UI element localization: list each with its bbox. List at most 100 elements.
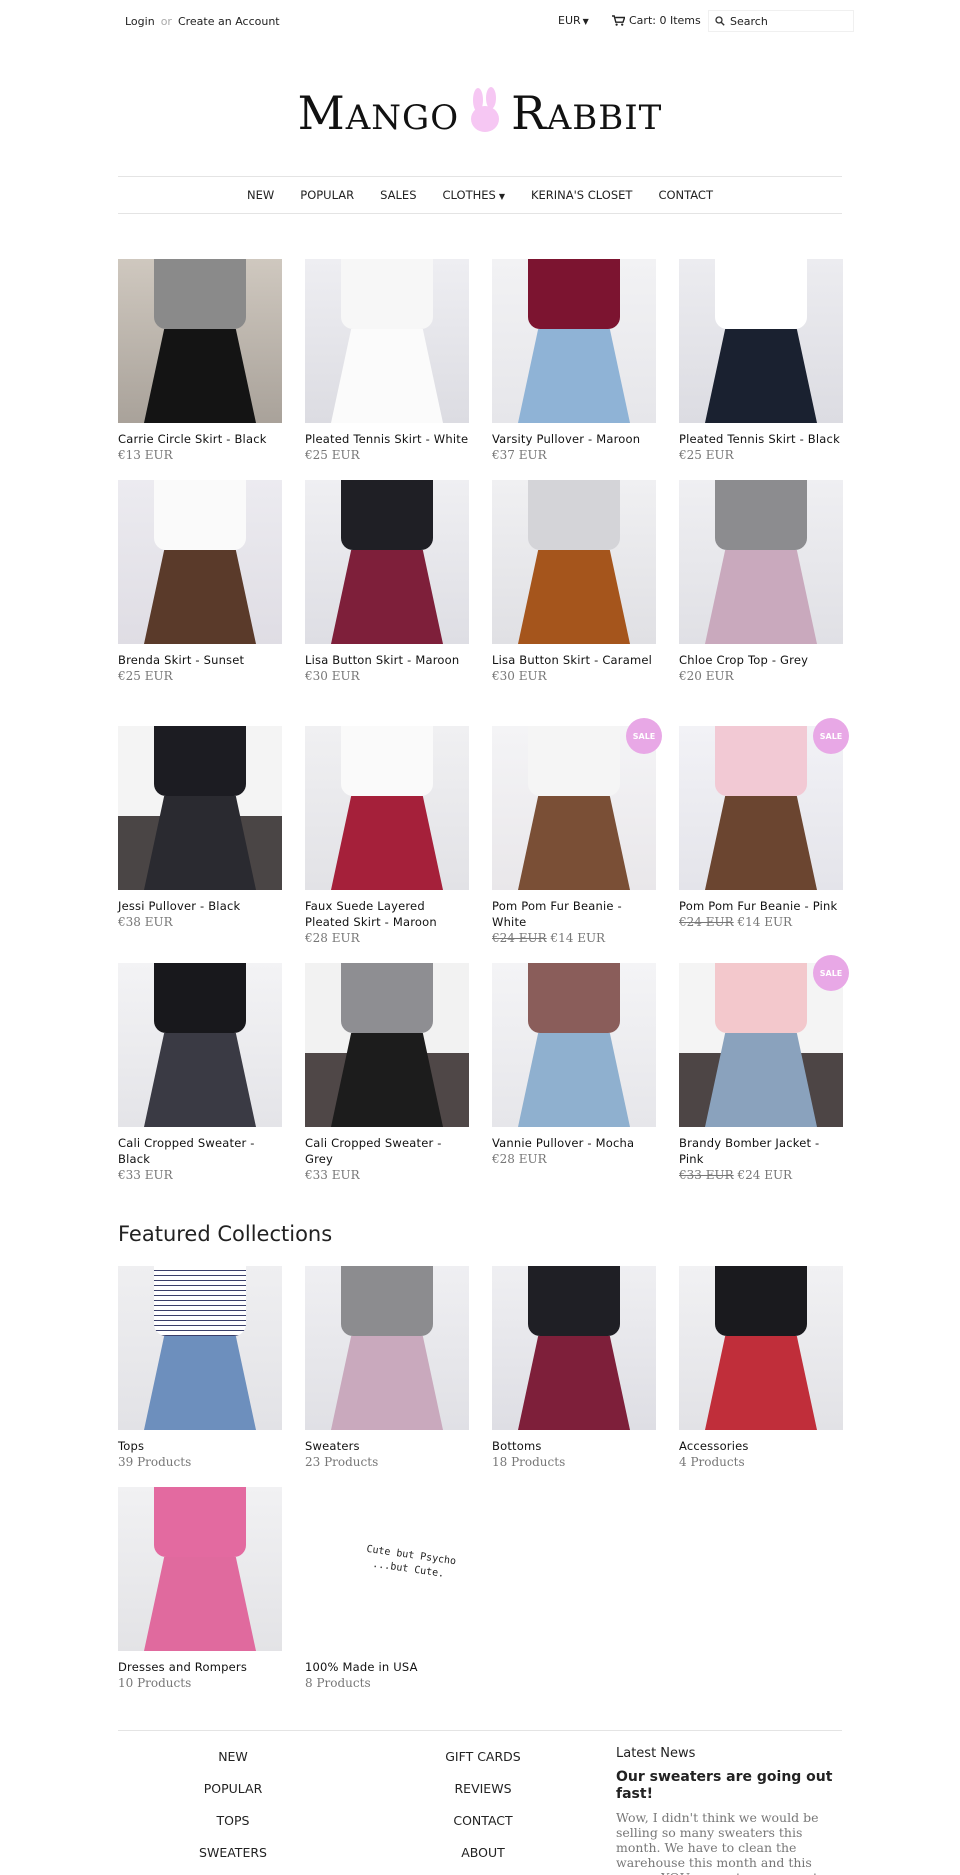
product-image[interactable] [492,259,656,423]
product-name[interactable]: Lisa Button Skirt - Maroon [305,652,469,668]
product-card[interactable]: Chloe Crop Top - Grey €20 EUR [679,480,843,684]
product-card[interactable]: Cali Cropped Sweater - Black €33 EUR [118,963,282,1183]
footer: NEW POPULAR TOPS SWEATERS GIFT CARDS REV… [118,1730,842,1875]
product-image[interactable] [305,259,469,423]
collection-count: 39 Products [118,1455,192,1469]
product-name[interactable]: Vannie Pullover - Mocha [492,1135,656,1151]
product-current-price: €20 EUR [679,669,734,683]
product-image[interactable] [492,963,656,1127]
product-card[interactable]: Brandy Bomber Jacket - Pink €33 EUR €24 E… [679,955,849,1183]
product-card[interactable]: Vannie Pullover - Mocha €28 EUR [492,963,656,1167]
product-name[interactable]: Lisa Button Skirt - Caramel [492,652,656,668]
collection-name[interactable]: Tops [118,1438,282,1454]
garment-bottom-shape [331,796,443,890]
product-name[interactable]: Brandy Bomber Jacket - Pink [679,1135,843,1167]
product-price: €25 EUR [118,668,282,684]
collection-card[interactable]: Accessories 4 Products [679,1266,843,1470]
product-card[interactable]: Lisa Button Skirt - Maroon €30 EUR [305,480,469,684]
product-name[interactable]: Cali Cropped Sweater - Black [118,1135,282,1167]
footer-link[interactable]: SWEATERS [168,1845,298,1875]
site-logo[interactable]: MANGO RABBIT [0,86,960,140]
product-image[interactable] [679,726,843,890]
collection-name[interactable]: Accessories [679,1438,843,1454]
nav-sales[interactable]: SALES [380,188,416,202]
collection-name[interactable]: 100% Made in USA [305,1659,469,1675]
logo-initial-m: M [297,86,346,140]
product-price: €28 EUR [305,930,469,946]
product-image[interactable] [118,1266,282,1430]
product-name[interactable]: Carrie Circle Skirt - Black [118,431,282,447]
product-image[interactable] [679,1266,843,1430]
collection-name[interactable]: Dresses and Rompers [118,1659,282,1675]
nav-popular[interactable]: POPULAR [300,188,354,202]
product-image[interactable] [492,726,656,890]
product-name[interactable]: Pleated Tennis Skirt - White [305,431,469,447]
product-card[interactable]: Pleated Tennis Skirt - Black €25 EUR [679,259,843,463]
product-card[interactable]: Carrie Circle Skirt - Black €13 EUR [118,259,282,463]
product-image[interactable] [118,480,282,644]
footer-link[interactable]: REVIEWS [418,1781,548,1813]
product-image[interactable] [679,259,843,423]
collection-count: 23 Products [305,1455,379,1469]
product-name[interactable]: Pom Pom Fur Beanie - White [492,898,656,930]
product-image[interactable] [492,480,656,644]
footer-link[interactable]: GIFT CARDS [418,1749,548,1781]
product-image[interactable] [305,1266,469,1430]
product-name[interactable]: Cali Cropped Sweater - Grey [305,1135,469,1167]
nav-clothes[interactable]: CLOTHES ▼ [443,188,505,202]
nav-kerinas-closet[interactable]: KERINA'S CLOSET [531,188,632,202]
product-card[interactable]: Pom Pom Fur Beanie - White €24 EUR €14 EU… [492,718,662,946]
product-card[interactable]: Lisa Button Skirt - Caramel €30 EUR [492,480,656,684]
product-card[interactable]: Brenda Skirt - Sunset €25 EUR [118,480,282,684]
product-name[interactable]: Brenda Skirt - Sunset [118,652,282,668]
currency-selector[interactable]: EUR ▼ [558,14,589,27]
login-link[interactable]: Login [125,15,155,28]
collection-card[interactable]: Bottoms 18 Products [492,1266,656,1470]
nav-new[interactable]: NEW [247,188,274,202]
product-card[interactable]: Pom Pom Fur Beanie - Pink €24 EUR €14 EUR… [679,718,849,930]
product-name[interactable]: Jessi Pullover - Black [118,898,282,914]
product-image[interactable] [305,726,469,890]
footer-link[interactable]: TOPS [168,1813,298,1845]
product-card[interactable]: Faux Suede Layered Pleated Skirt - Maroo… [305,726,469,946]
footer-link[interactable]: CONTACT [418,1813,548,1845]
product-image[interactable]: Cute but Psycho ...but Cute. [305,1487,469,1651]
product-image[interactable] [118,963,282,1127]
collection-name[interactable]: Sweaters [305,1438,469,1454]
product-card[interactable]: Pleated Tennis Skirt - White €25 EUR [305,259,469,463]
footer-link[interactable]: POPULAR [168,1781,298,1813]
cart-link[interactable]: Cart: 0 Items [612,14,701,27]
product-name[interactable]: Pleated Tennis Skirt - Black [679,431,843,447]
footer-link[interactable]: ABOUT [418,1845,548,1875]
product-name[interactable]: Faux Suede Layered Pleated Skirt - Maroo… [305,898,469,930]
garment-top-shape [154,726,246,796]
news-body: Wow, I didn't think we would be selling … [616,1810,819,1875]
collection-card[interactable]: Dresses and Rompers 10 Products [118,1487,282,1691]
product-name[interactable]: Chloe Crop Top - Grey [679,652,843,668]
collection-card[interactable]: Tops 39 Products [118,1266,282,1470]
search-input[interactable]: Search [708,10,854,32]
product-image[interactable] [118,1487,282,1651]
footer-link[interactable]: NEW [168,1749,298,1781]
product-image[interactable] [305,963,469,1127]
product-image[interactable] [679,480,843,644]
product-card[interactable]: Jessi Pullover - Black €38 EUR [118,726,282,930]
product-image[interactable] [492,1266,656,1430]
product-card[interactable]: Varsity Pullover - Maroon €37 EUR [492,259,656,463]
product-image[interactable] [118,259,282,423]
collection-card[interactable]: Sweaters 23 Products [305,1266,469,1470]
collection-name[interactable]: Bottoms [492,1438,656,1454]
product-image[interactable] [305,480,469,644]
create-account-link[interactable]: Create an Account [178,15,280,28]
product-name[interactable]: Varsity Pullover - Maroon [492,431,656,447]
garment-bottom-shape [705,329,817,423]
garment-top-shape [154,1266,246,1336]
product-card[interactable]: Cali Cropped Sweater - Grey €33 EUR [305,963,469,1183]
collection-card[interactable]: Cute but Psycho ...but Cute. 100% Made in … [305,1487,469,1691]
product-name[interactable]: Pom Pom Fur Beanie - Pink [679,898,843,914]
nav-contact[interactable]: CONTACT [658,188,713,202]
product-image[interactable] [118,726,282,890]
product-image[interactable] [679,963,843,1127]
garment-bottom-shape [331,1033,443,1127]
news-title[interactable]: Our sweaters are going out fast! [616,1769,836,1803]
